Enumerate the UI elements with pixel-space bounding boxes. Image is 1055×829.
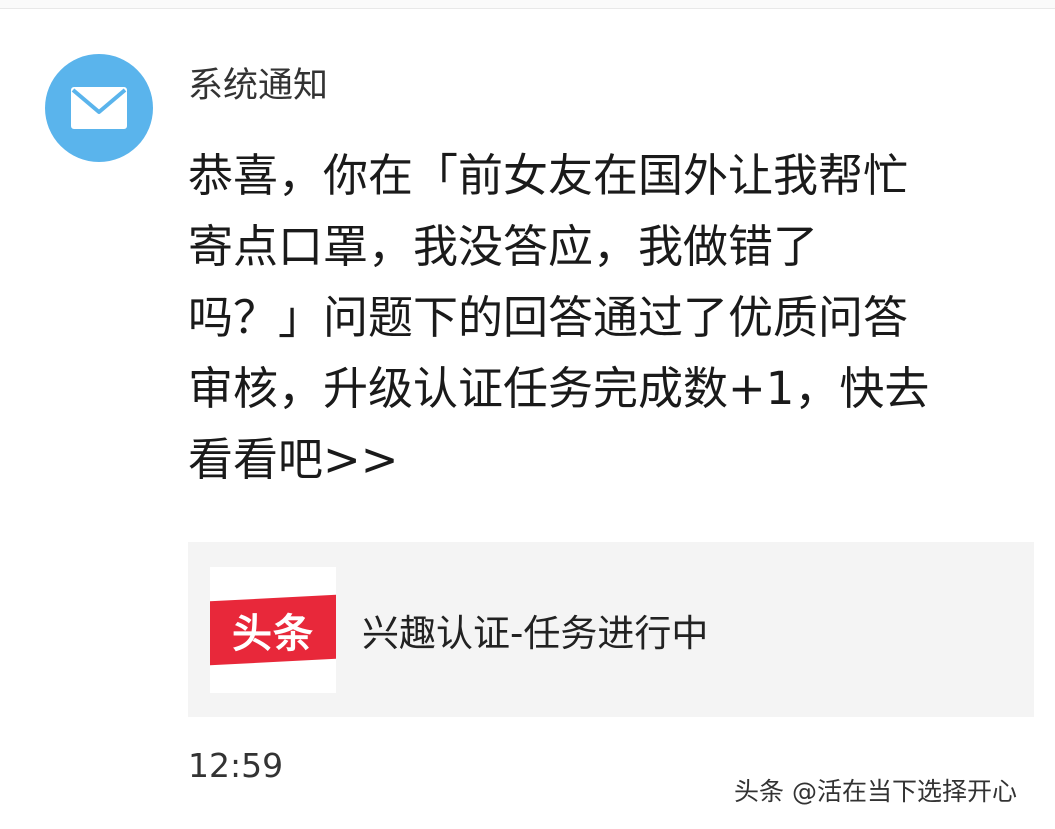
message-line: 看看吧>>	[188, 433, 399, 486]
top-divider	[0, 0, 1055, 9]
message-time: 12:59	[188, 746, 284, 785]
message-line: 恭喜，你在「前女友在国外让我帮忙	[188, 149, 909, 202]
message-line: 寄点口罩，我没答应，我做错了	[188, 220, 819, 273]
toutiao-logo-text: 头条	[232, 610, 314, 657]
message-line: 审核，升级认证任务完成数+1，快去	[188, 362, 930, 415]
card-title: 兴趣认证-任务进行中	[362, 611, 709, 655]
watermark-text: 头条 @活在当下选择开心	[734, 777, 1017, 806]
notification-message[interactable]: 恭喜，你在「前女友在国外让我帮忙 寄点口罩，我没答应，我做错了 吗？」问题下的回…	[188, 140, 1018, 495]
system-notification-avatar[interactable]	[45, 54, 153, 162]
envelope-icon	[71, 87, 127, 129]
message-line: 吗？」问题下的回答通过了优质问答	[188, 291, 909, 344]
sender-name: 系统通知	[188, 66, 329, 106]
card-thumbnail: 头条	[210, 566, 336, 693]
toutiao-logo: 头条	[210, 594, 336, 665]
task-link-card[interactable]: 头条 兴趣认证-任务进行中	[188, 542, 1034, 717]
